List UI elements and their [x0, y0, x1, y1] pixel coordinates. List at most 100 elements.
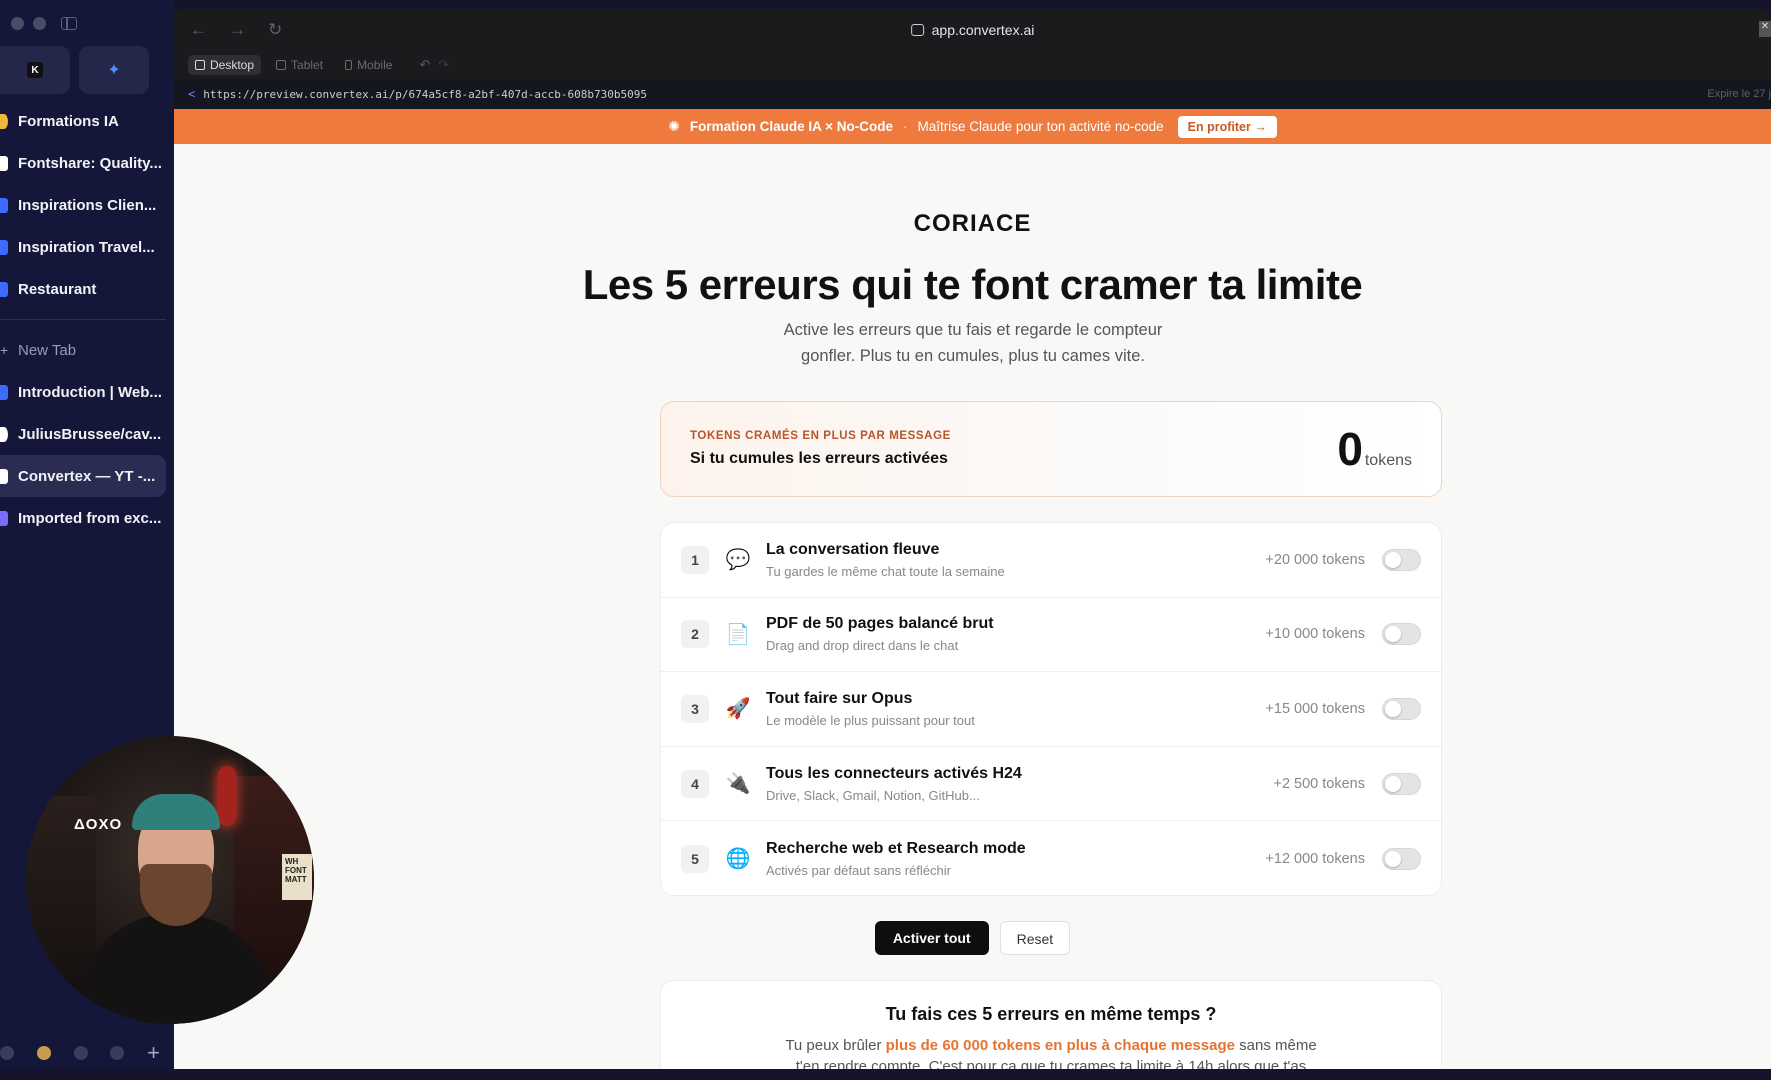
counter-unit: tokens — [1364, 452, 1412, 469]
redo-icon[interactable]: ↷ — [438, 57, 449, 73]
forward-icon[interactable]: → — [229, 20, 246, 40]
activate-all-button[interactable]: Activer tout — [874, 921, 989, 955]
promo-cta-button[interactable]: En profiter → — [1177, 115, 1277, 138]
action-buttons: Activer tout Reset — [174, 921, 1771, 955]
sidebar-tab[interactable]: Inspirations Clien... — [0, 184, 174, 226]
minimize-window-button[interactable] — [33, 17, 46, 30]
tab-label: Introduction | Web... — [18, 383, 162, 401]
close-window-button[interactable] — [11, 17, 24, 30]
error-toggle[interactable] — [1382, 697, 1421, 720]
close-icon[interactable]: ✕ — [1759, 21, 1771, 37]
device-label: Mobile — [357, 58, 393, 72]
error-text: Tous les connecteurs activés H24 Drive, … — [766, 765, 1022, 803]
page-subtitle: Active les erreurs que tu fais et regard… — [783, 321, 1163, 365]
summary-title: Tu fais ces 5 erreurs en même temps ? — [885, 1004, 1217, 1024]
device-desktop-button[interactable]: Desktop — [188, 55, 262, 75]
nav-buttons: ← → ↻ — [174, 20, 282, 40]
error-row[interactable]: 1 💬 La conversation fleuve Tu gardes le … — [661, 523, 1441, 598]
window-title-text: app.convertex.ai — [931, 22, 1035, 38]
expire-label: Expire le 27 j — [1707, 88, 1771, 100]
reload-icon[interactable]: ↻ — [268, 20, 282, 40]
error-toggle[interactable] — [1382, 548, 1421, 571]
token-counter-card: TOKENS CRAMÉS EN PLUS PAR MESSAGE Si tu … — [660, 401, 1442, 497]
address-bar[interactable]: < https://preview.convertex.ai/p/674a5cf… — [174, 79, 1771, 109]
preview-url[interactable]: https://preview.convertex.ai/p/674a5cf8-… — [203, 88, 647, 101]
tab-list: Formations IA Fontshare: Quality... Insp… — [0, 100, 174, 539]
rocket-icon: 🚀 — [725, 698, 751, 721]
window-title[interactable]: app.convertex.ai — [910, 22, 1035, 38]
sidebar-footer: + — [0, 1040, 174, 1066]
tab-label: Restaurant — [18, 280, 97, 298]
window-controls — [11, 17, 77, 30]
neon-sign: ΔOXO — [74, 816, 123, 833]
webcam-overlay: ΔOXO WH FONT MATT — [26, 736, 314, 1024]
sidebar-tab[interactable]: Imported from exc... — [0, 497, 174, 539]
archive-icon[interactable] — [0, 1046, 14, 1060]
back-icon[interactable]: ← — [190, 20, 207, 40]
error-text: Tout faire sur Opus Le modèle le plus pu… — [766, 690, 975, 728]
k-logo-icon: K — [27, 62, 43, 78]
error-toggle[interactable] — [1382, 847, 1421, 870]
undo-icon[interactable]: ↶ — [419, 57, 430, 73]
promo-title: Formation Claude IA × No-Code — [689, 119, 894, 134]
sidebar-tab-active[interactable]: Convertex — YT -... — [0, 455, 166, 497]
error-title: Recherche web et Research mode — [766, 839, 1026, 857]
browser-window: ← → ↻ app.convertex.ai ✕ Desktop Tablet … — [174, 0, 1771, 1080]
error-title: La conversation fleuve — [766, 540, 940, 558]
device-mobile-button[interactable]: Mobile — [338, 55, 399, 75]
extension-icon[interactable] — [110, 1046, 125, 1060]
document-icon: 📄 — [725, 623, 751, 646]
sidebar-tab[interactable]: Formations IA — [0, 100, 174, 142]
pinned-tab-spark[interactable]: ✦ — [79, 46, 149, 94]
profile-icon[interactable] — [36, 1046, 51, 1060]
chat-icon — [910, 24, 924, 36]
sparkle-icon: ✦ — [107, 62, 121, 79]
error-number: 2 — [681, 620, 709, 649]
summary-text-before: Tu peux brûler — [785, 1037, 886, 1054]
sidebar-tab[interactable]: Introduction | Web... — [0, 371, 174, 413]
sidebar-tab[interactable]: Restaurant — [0, 268, 174, 310]
sidebar-tab[interactable]: Inspiration Travel... — [0, 226, 174, 268]
favicon-icon — [0, 197, 8, 213]
tab-label: JuliusBrussee/cav... — [18, 425, 162, 443]
share-icon[interactable]: < — [188, 87, 195, 101]
error-row[interactable]: 3 🚀 Tout faire sur Opus Le modèle le plu… — [661, 672, 1441, 747]
error-description: Le modèle le plus puissant pour tout — [766, 712, 975, 728]
sidebar-toggle-icon[interactable] — [61, 17, 77, 30]
summary-highlight: plus de 60 000 tokens en plus à chaque m… — [885, 1037, 1235, 1054]
error-tokens: +12 000 tokens — [1265, 850, 1365, 867]
error-toggle[interactable] — [1382, 623, 1421, 646]
error-row[interactable]: 4 🔌 Tous les connecteurs activés H24 Dri… — [661, 747, 1441, 822]
error-title: Tout faire sur Opus — [766, 689, 913, 707]
speech-bubble-icon: 💬 — [725, 549, 751, 572]
error-description: Drag and drop direct dans le chat — [766, 638, 959, 654]
sun-icon: ✺ — [668, 118, 680, 134]
reset-button[interactable]: Reset — [999, 921, 1071, 955]
error-toggle[interactable] — [1382, 772, 1421, 795]
error-row[interactable]: 5 🌐 Recherche web et Research mode Activ… — [661, 821, 1441, 895]
favicon-icon — [0, 239, 8, 255]
error-number: 1 — [681, 545, 709, 574]
add-space-icon[interactable]: + — [147, 1040, 160, 1066]
promo-separator: · — [903, 119, 908, 134]
new-tab-button[interactable]: + New Tab — [0, 329, 174, 371]
summary-card: Tu fais ces 5 erreurs en même temps ? Tu… — [660, 980, 1442, 1069]
error-row[interactable]: 2 📄 PDF de 50 pages balancé brut Drag an… — [661, 598, 1441, 673]
pinned-tabs: K ✦ — [0, 46, 149, 94]
counter-value: 0 — [1337, 423, 1363, 475]
tab-label: Convertex — YT -... — [18, 467, 156, 485]
error-tokens: +2 500 tokens — [1273, 775, 1365, 792]
pinned-tab-k[interactable]: K — [0, 46, 70, 94]
shield-icon[interactable] — [73, 1046, 88, 1060]
bottom-frame — [0, 1069, 1771, 1080]
favicon-icon — [0, 281, 8, 297]
poster: WH FONT MATT — [282, 854, 312, 900]
device-tablet-button[interactable]: Tablet — [269, 55, 330, 75]
phone-icon — [345, 60, 353, 70]
favicon-icon — [0, 468, 8, 484]
error-tokens: +10 000 tokens — [1265, 626, 1365, 643]
person-cap — [132, 794, 220, 830]
sidebar-tab[interactable]: JuliusBrussee/cav... — [0, 413, 174, 455]
page-title: Les 5 erreurs qui te font cramer ta limi… — [582, 261, 1363, 308]
sidebar-tab[interactable]: Fontshare: Quality... — [0, 142, 174, 184]
